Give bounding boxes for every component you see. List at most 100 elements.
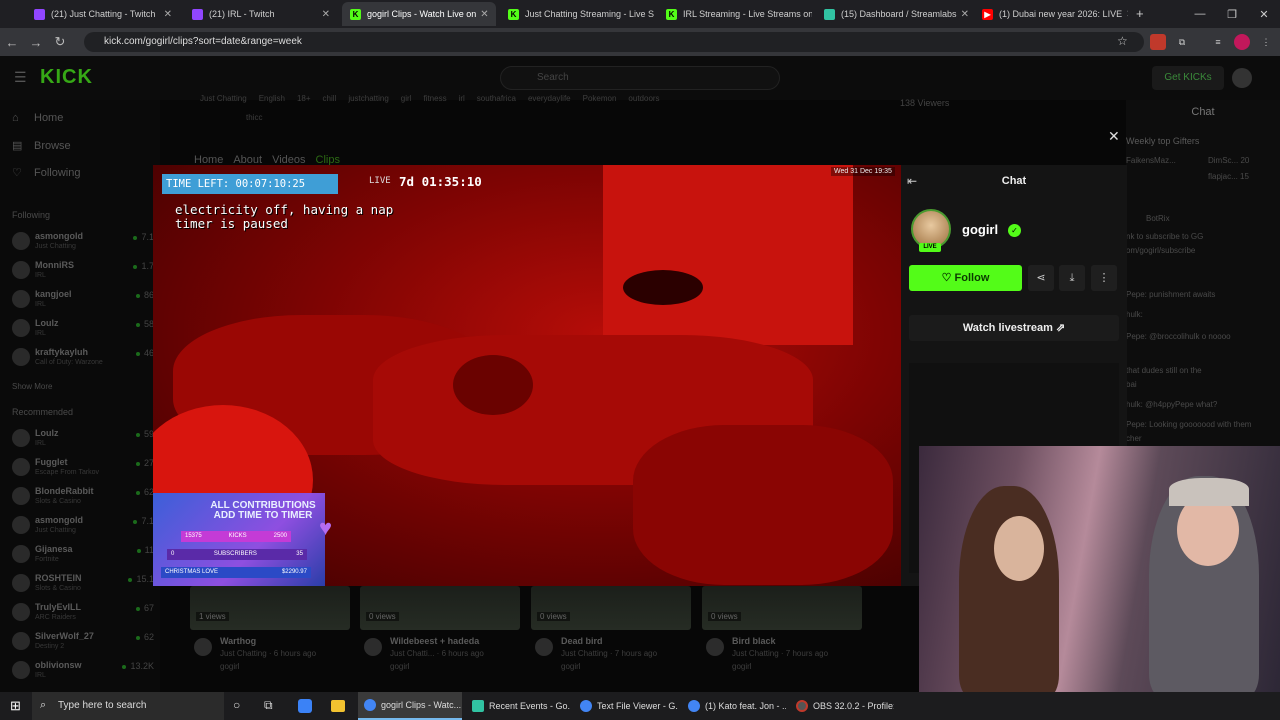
taskbar-app-obs[interactable]: OBS 32.0.2 - Profile:... xyxy=(790,692,894,720)
more-options-button[interactable]: ⋮ xyxy=(1091,265,1117,291)
windows-start-icon[interactable]: ⊞ xyxy=(10,698,21,714)
tab-twitch-irl[interactable]: (21) IRL - Twitch ✕ xyxy=(184,2,338,26)
tag[interactable]: Just Chatting xyxy=(200,94,247,103)
user-avatar[interactable] xyxy=(1232,68,1252,88)
taskbar-app-text-viewer[interactable]: Text File Viewer - G... xyxy=(574,692,678,720)
clip-card[interactable]: 0 views Bird black Just Chatting · 7 hours… xyxy=(702,586,862,671)
rec-channel[interactable]: Gijanesa Fortnite 11 xyxy=(12,541,154,569)
extensions-icon[interactable]: ⧉ xyxy=(1174,34,1190,50)
close-icon[interactable]: ✕ xyxy=(1122,9,1128,20)
tab-streamlabs[interactable]: (15) Dashboard / Streamlabs ✕ xyxy=(816,2,970,26)
clip-thumbnail[interactable]: 0 views xyxy=(702,586,862,630)
share-button[interactable]: ⋖ xyxy=(1028,265,1054,291)
rec-channel[interactable]: oblivionsw IRL 13.2K xyxy=(12,657,154,685)
tab-gogirl-clips[interactable]: Kgogirl Clips - Watch Live on ✕ xyxy=(342,2,496,26)
kick-logo[interactable]: KICK xyxy=(40,66,93,89)
tag[interactable]: chill xyxy=(323,94,337,103)
tag[interactable]: everydaylife xyxy=(528,94,571,103)
task-view-icon[interactable]: ⧉ xyxy=(264,698,273,713)
clip-thumbnail[interactable]: 1 views xyxy=(190,586,350,630)
rec-channel[interactable]: Loulz IRL 59 xyxy=(12,425,154,453)
cortana-icon[interactable]: ○ xyxy=(233,698,240,712)
rec-channel[interactable]: Fugglet Escape From Tarkov 27 xyxy=(12,454,154,482)
url-bar[interactable]: kick.com/gogirl/clips?sort=date&range=we… xyxy=(84,32,1144,52)
get-kicks-button[interactable]: Get KICKs xyxy=(1152,66,1224,90)
channel-asmongold[interactable]: asmongold Just Chatting 7.1 xyxy=(12,228,154,256)
bookmark-star-icon[interactable]: ☆ xyxy=(1117,34,1128,48)
close-icon[interactable]: ✕ xyxy=(476,9,488,20)
minimize-icon[interactable]: — xyxy=(1184,8,1216,20)
clip-title[interactable]: Bird black xyxy=(732,636,776,646)
channel-loulz[interactable]: Loulz IRL 58 xyxy=(12,315,154,343)
tab-kick-irl[interactable]: KIRL Streaming - Live Streams on✕ xyxy=(658,2,812,26)
close-icon[interactable]: ✕ xyxy=(957,9,969,20)
copilot-icon[interactable] xyxy=(298,699,312,713)
channel-kraftykayluh[interactable]: kraftykayluh Call of Duty: Warzone 46 xyxy=(12,344,154,372)
hamburger-icon[interactable]: ☰ xyxy=(14,69,27,86)
clip-author[interactable]: gogirl xyxy=(561,662,581,671)
clip-card[interactable]: 1 views Warthog Just Chatting · 6 hours ag… xyxy=(190,586,350,671)
tab-kick-just-chatting[interactable]: KJust Chatting Streaming - Live S✕ xyxy=(500,2,654,26)
channel-monnirs[interactable]: MonniRS IRL 1.7 xyxy=(12,257,154,285)
clip-author[interactable]: gogirl xyxy=(390,662,410,671)
tag[interactable]: justchatting xyxy=(348,94,388,103)
tag[interactable]: Pokemon xyxy=(583,94,617,103)
watch-livestream-button[interactable]: Watch livestream ⇗ xyxy=(909,315,1119,341)
close-icon[interactable]: ✕ xyxy=(160,9,172,20)
follow-button[interactable]: ♡ Follow xyxy=(909,265,1022,291)
rec-channel[interactable]: ROSHTEIN Slots & Casino 15.1 xyxy=(12,570,154,598)
sidebar-item-following[interactable]: ♡ Following xyxy=(12,166,80,180)
taskbar-search[interactable]: Type here to search xyxy=(32,692,224,720)
clip-card[interactable]: 0 views Dead bird Just Chatting · 7 hours … xyxy=(531,586,691,671)
avatar xyxy=(12,261,30,279)
maximize-icon[interactable]: ❐ xyxy=(1216,8,1248,21)
search-input[interactable]: Search xyxy=(500,66,780,90)
clip-title[interactable]: Wildebeest + hadeda xyxy=(390,636,479,646)
sidebar-item-browse[interactable]: ▤ Browse xyxy=(12,139,71,153)
reload-icon[interactable]: ↻ xyxy=(48,34,72,50)
clip-thumbnail[interactable]: 0 views xyxy=(531,586,691,630)
close-window-icon[interactable]: ✕ xyxy=(1248,8,1280,21)
streamer-name[interactable]: gogirl xyxy=(962,222,998,237)
clip-title[interactable]: Warthog xyxy=(220,636,256,646)
menu-icon[interactable]: ⋮ xyxy=(1258,34,1274,50)
rec-channel[interactable]: SilverWolf_27 Destiny 2 62 xyxy=(12,628,154,656)
show-more-link[interactable]: Show More xyxy=(12,382,52,391)
close-icon[interactable]: ✕ xyxy=(318,9,330,20)
tag[interactable]: fitness xyxy=(423,94,446,103)
back-icon[interactable]: ← xyxy=(0,35,24,50)
download-button[interactable]: ⤓ xyxy=(1059,265,1085,291)
file-explorer-icon[interactable] xyxy=(331,700,345,712)
profile-avatar[interactable] xyxy=(1234,34,1250,50)
media-icon[interactable]: ≡ xyxy=(1210,34,1226,50)
clip-thumbnail[interactable]: 0 views xyxy=(360,586,520,630)
tag[interactable]: thicc xyxy=(246,113,262,122)
close-modal-icon[interactable]: ✕ xyxy=(1108,128,1120,145)
clip-author[interactable]: gogirl xyxy=(220,662,240,671)
tag[interactable]: English xyxy=(259,94,285,103)
adblock-icon[interactable] xyxy=(1150,34,1166,50)
tag[interactable]: 18+ xyxy=(297,94,311,103)
new-tab-button[interactable]: + xyxy=(1136,6,1144,21)
tab-youtube[interactable]: ▶ (1) Dubai new year 2026: LIVE✕ xyxy=(974,2,1128,26)
tag[interactable]: southafrica xyxy=(477,94,516,103)
tag[interactable]: irl xyxy=(459,94,465,103)
tab-twitch-just-chatting[interactable]: (21) Just Chatting - Twitch ✕ xyxy=(26,2,180,26)
clip-video-player[interactable]: TIME LEFT: 00:07:10:25 LIVE 7d 01:35:10 … xyxy=(153,165,901,586)
tag[interactable]: outdoors xyxy=(628,94,659,103)
taskbar-app-label: OBS 32.0.2 - Profile:... xyxy=(813,701,894,711)
clip-author[interactable]: gogirl xyxy=(732,662,752,671)
channel-kangjoel[interactable]: kangjoel IRL 86 xyxy=(12,286,154,314)
clip-card[interactable]: 0 views Wildebeest + hadeda Just Chatti...… xyxy=(360,586,520,671)
rec-channel[interactable]: asmongold Just Chatting 7.1 xyxy=(12,512,154,540)
taskbar-app-chrome[interactable]: gogirl Clips - Watc... xyxy=(358,692,462,720)
tag[interactable]: girl xyxy=(401,94,412,103)
clip-title[interactable]: Dead bird xyxy=(561,636,603,646)
rec-channel[interactable]: TrulyEvILL ARC Raiders 67 xyxy=(12,599,154,627)
taskbar-app-kato[interactable]: (1) Kato feat. Jon - ... xyxy=(682,692,786,720)
rec-channel[interactable]: BlondeRabbit Slots & Casino 62 xyxy=(12,483,154,511)
forward-icon[interactable]: → xyxy=(24,35,48,50)
sidebar-item-home[interactable]: ⌂ Home xyxy=(12,112,63,124)
taskbar-app-recent-events[interactable]: Recent Events - Go... xyxy=(466,692,570,720)
contributions-title: ALL CONTRIBUTIONS ADD TIME TO TIMER xyxy=(210,500,316,521)
